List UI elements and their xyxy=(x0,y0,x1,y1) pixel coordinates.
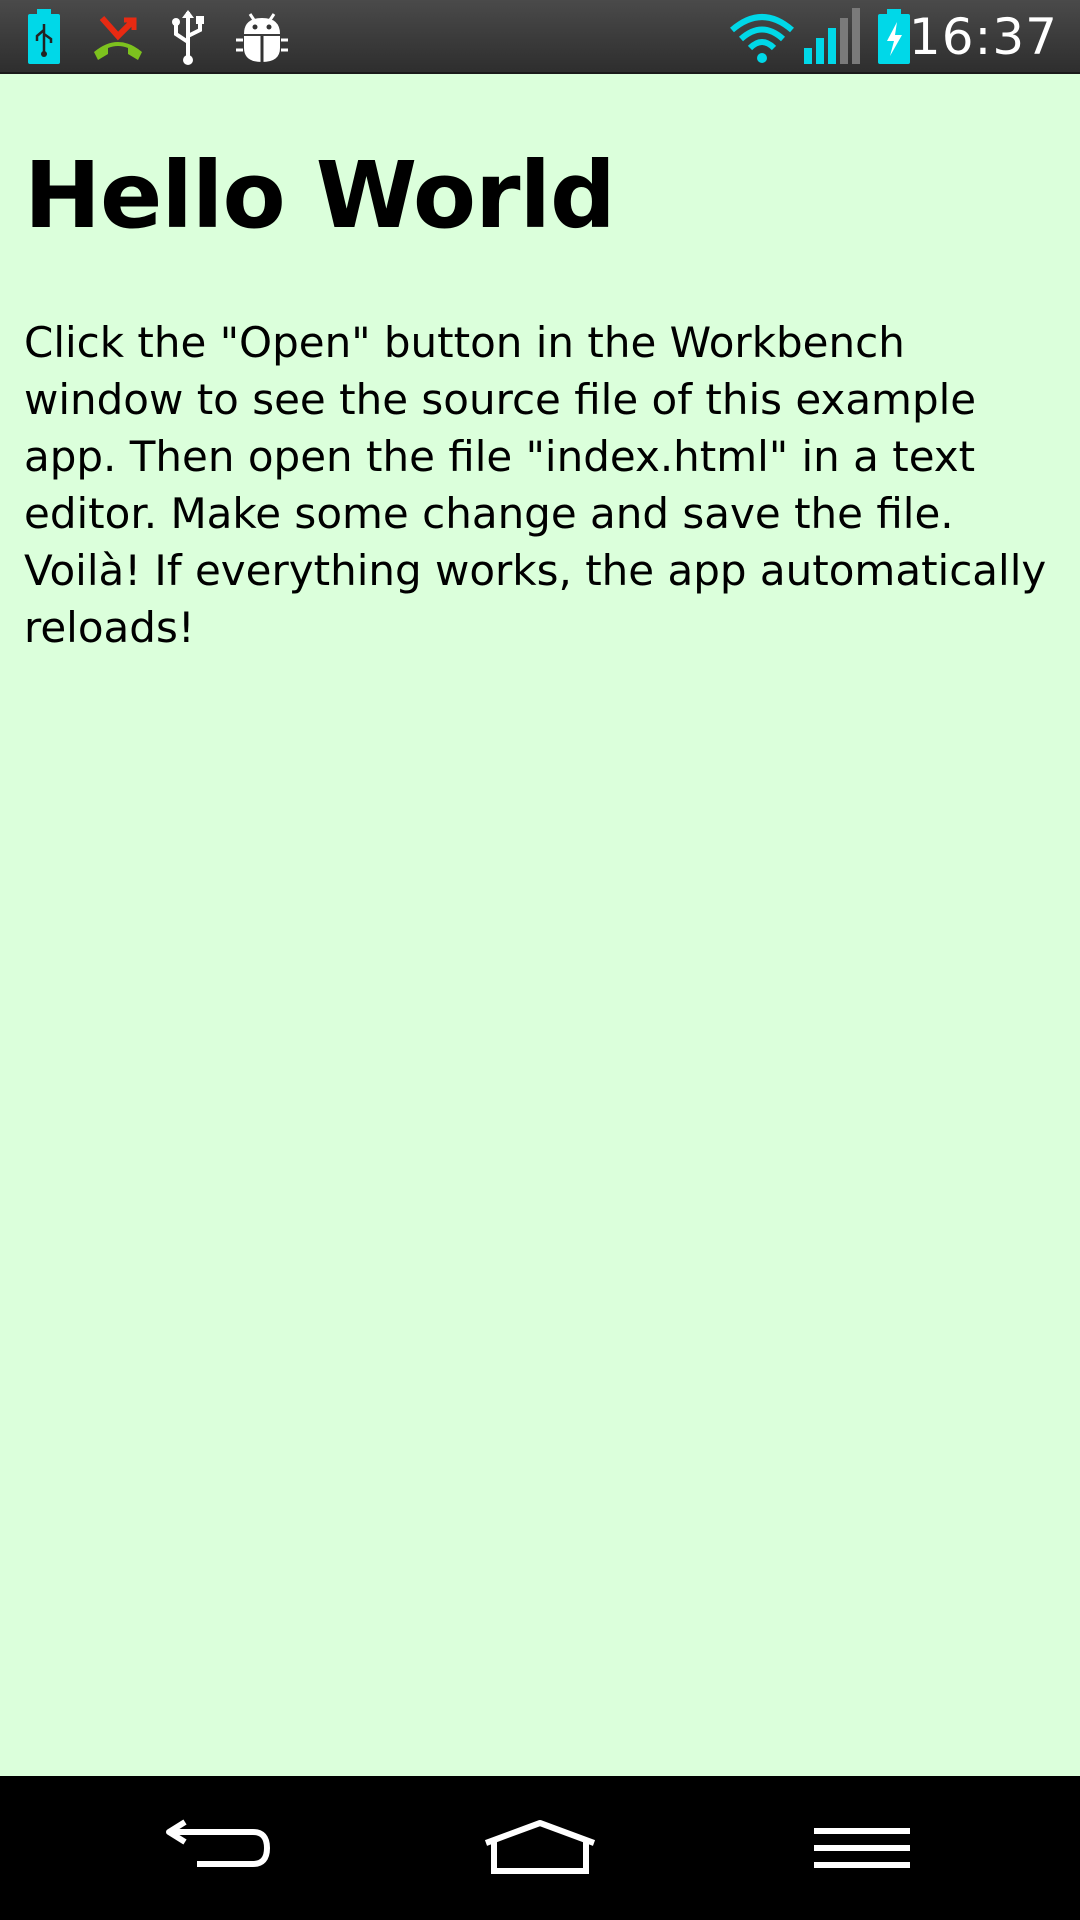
missed-call-icon xyxy=(88,8,148,66)
battery-charging-icon xyxy=(876,8,912,66)
usb-icon xyxy=(168,8,208,66)
body-text: Click the "Open" button in the Workbench… xyxy=(24,318,1047,652)
wifi-icon xyxy=(728,8,796,66)
back-icon xyxy=(166,1819,271,1867)
usb-battery-icon xyxy=(26,8,62,66)
clock: 16:37 xyxy=(908,8,1058,66)
navigation-bar xyxy=(0,1776,1080,1920)
status-bar: 16:37 xyxy=(0,0,1080,74)
home-button[interactable] xyxy=(440,1776,640,1920)
home-icon xyxy=(484,1820,596,1874)
android-debug-icon xyxy=(234,8,290,66)
menu-icon xyxy=(814,1828,910,1868)
back-button[interactable] xyxy=(118,1776,318,1920)
page-title: Hello World xyxy=(24,142,616,249)
menu-button[interactable] xyxy=(762,1776,962,1920)
main-content: Hello World Click the "Open" button in t… xyxy=(0,76,1080,1776)
signal-icon xyxy=(802,8,862,66)
